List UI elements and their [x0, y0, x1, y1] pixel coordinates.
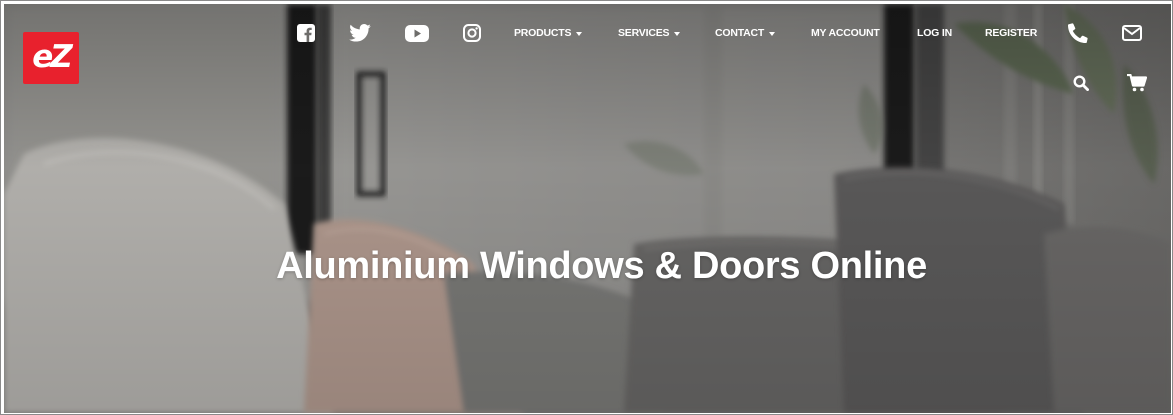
nav-contact[interactable]: CONTACT [715, 23, 776, 43]
chevron-down-icon [674, 31, 681, 36]
nav-services[interactable]: SERVICES [618, 23, 681, 43]
chevron-down-icon [576, 31, 583, 36]
nav-products-label: PRODUCTS [514, 27, 572, 39]
nav-my-account[interactable]: MY ACCOUNT [811, 23, 880, 43]
youtube-icon[interactable] [404, 21, 430, 45]
instagram-icon[interactable] [461, 21, 483, 45]
phone-icon[interactable] [1066, 21, 1090, 45]
hero-background-image [4, 4, 1171, 413]
nav-services-label: SERVICES [618, 27, 670, 39]
brand-logo-text: eZ [32, 38, 72, 75]
envelope-icon[interactable] [1120, 21, 1144, 45]
search-icon[interactable] [1071, 73, 1091, 93]
cart-icon[interactable] [1125, 72, 1149, 94]
hero-banner: eZ PRODUCTS SERVICES CONTACT MY ACCOUNT … [4, 4, 1171, 413]
facebook-icon[interactable] [295, 21, 317, 45]
nav-register-label: REGISTER [985, 27, 1038, 39]
nav-products[interactable]: PRODUCTS [514, 23, 583, 43]
nav-register[interactable]: REGISTER [985, 23, 1037, 43]
chevron-down-icon [769, 31, 776, 36]
nav-my-account-label: MY ACCOUNT [811, 27, 880, 39]
nav-log-in[interactable]: LOG IN [917, 23, 952, 43]
brand-logo[interactable]: eZ [23, 32, 79, 84]
nav-log-in-label: LOG IN [917, 27, 952, 39]
hero-title: Aluminium Windows & Doors Online [276, 245, 927, 287]
nav-contact-label: CONTACT [715, 27, 765, 39]
twitter-icon[interactable] [347, 21, 373, 45]
page-frame: eZ PRODUCTS SERVICES CONTACT MY ACCOUNT … [0, 0, 1173, 415]
